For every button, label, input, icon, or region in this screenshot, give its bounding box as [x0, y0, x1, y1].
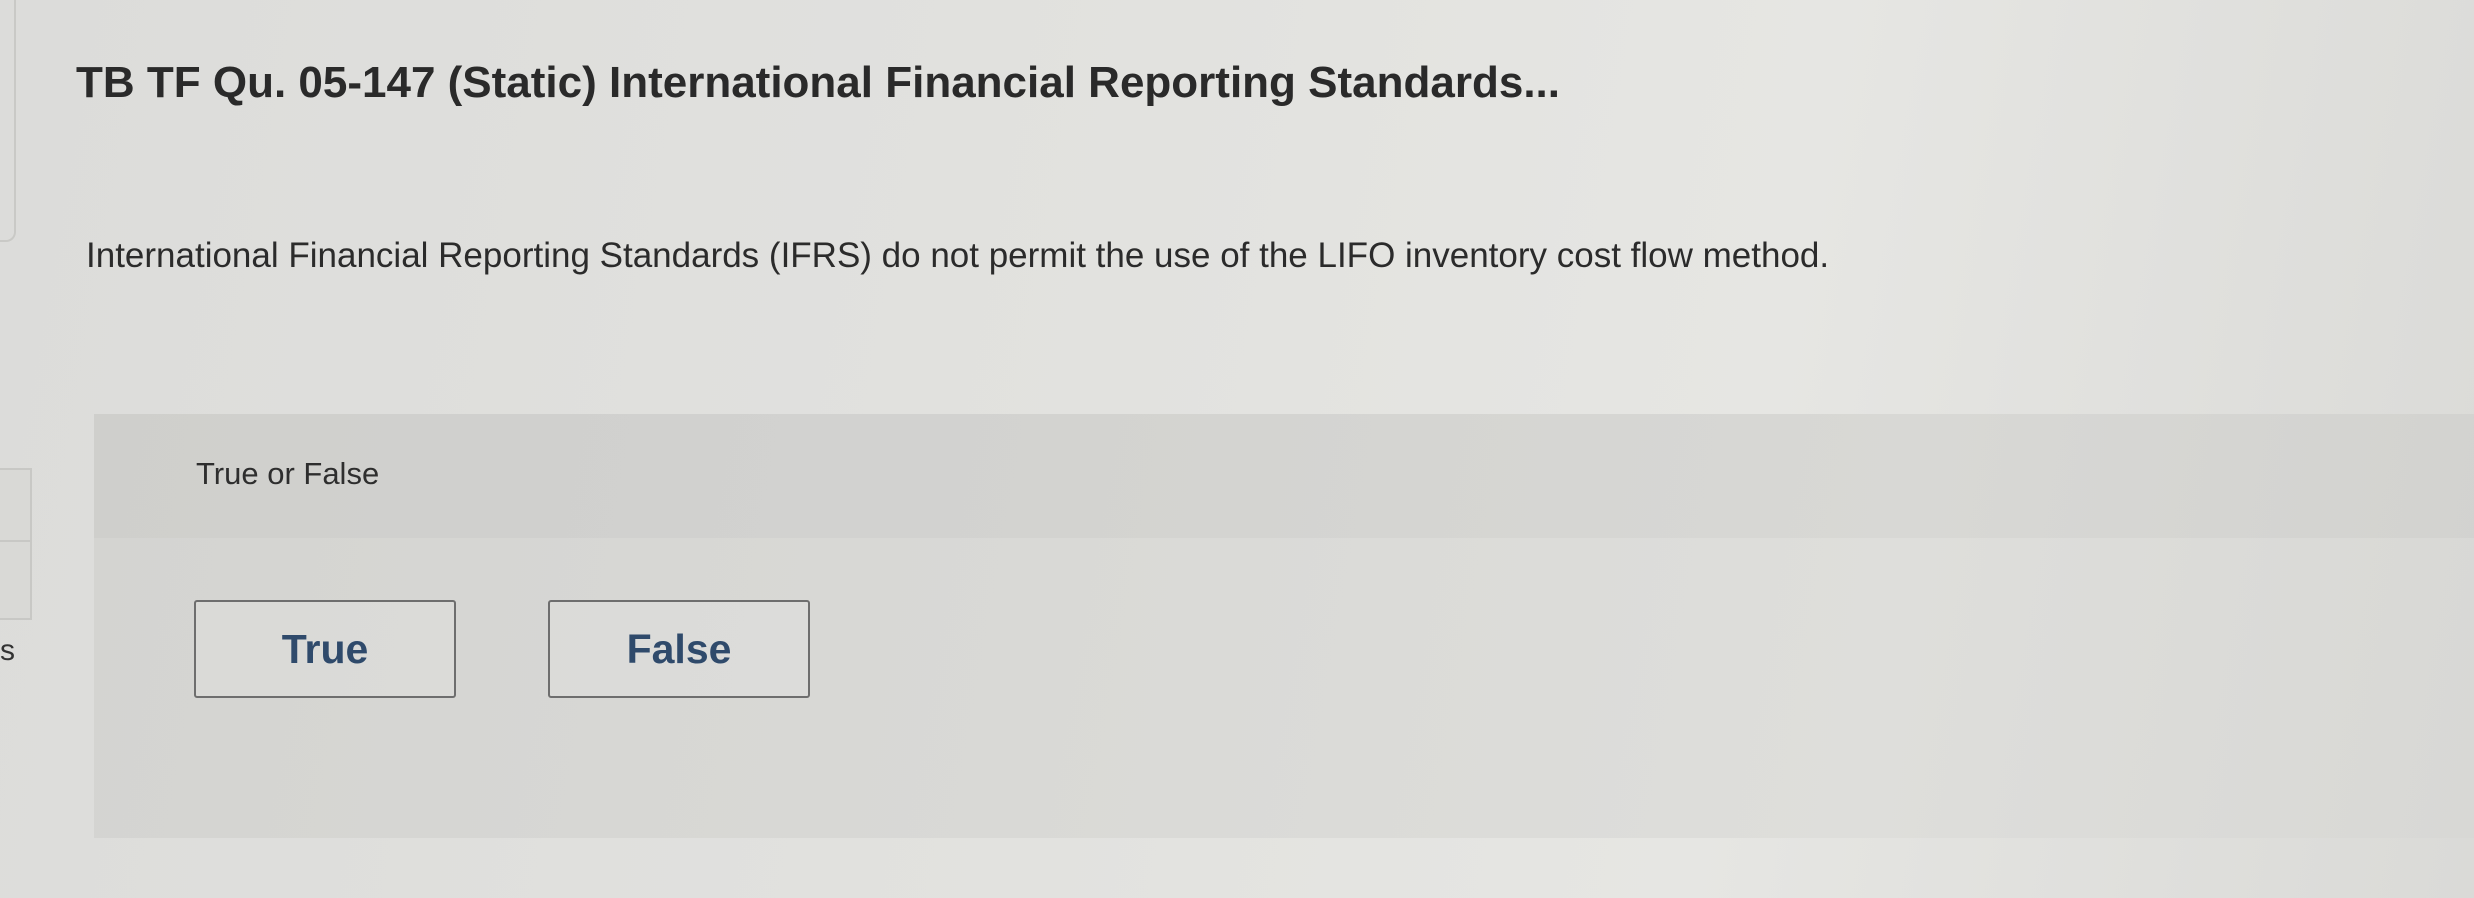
false-button[interactable]: False — [548, 600, 810, 698]
question-title: TB TF Qu. 05-147 (Static) International … — [76, 58, 1560, 107]
side-panel-edge — [0, 468, 32, 620]
answer-type-label: True or False — [196, 456, 380, 491]
answer-panel: True or False True False — [94, 414, 2474, 838]
side-panel-divider — [0, 540, 30, 542]
true-button[interactable]: True — [194, 600, 456, 698]
answer-panel-header: True or False — [94, 414, 2474, 538]
sidebar-edge — [0, 0, 16, 242]
sidebar-cutoff-text: s — [0, 634, 15, 667]
question-prompt: International Financial Reporting Standa… — [86, 236, 1830, 275]
